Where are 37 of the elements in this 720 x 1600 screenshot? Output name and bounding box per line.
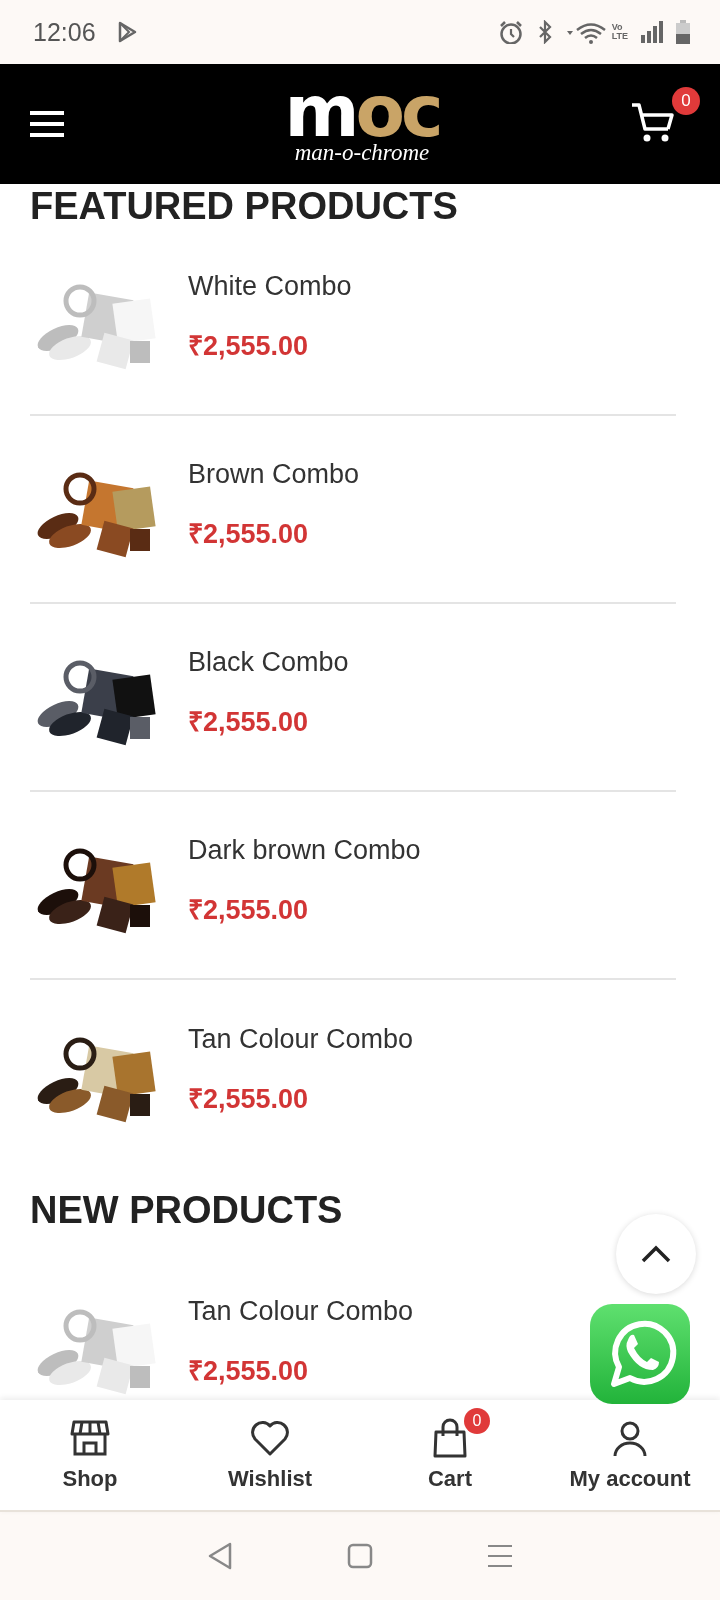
- battery-icon: [676, 20, 690, 44]
- signal-icon: [640, 20, 664, 44]
- heart-icon[interactable]: [250, 1418, 290, 1458]
- product-name[interactable]: Brown Combo: [188, 459, 360, 490]
- home-icon[interactable]: [347, 1543, 373, 1569]
- volte-label: LTE: [611, 32, 628, 41]
- cart-count-badge: 0: [464, 1408, 490, 1434]
- wifi-icon: [565, 20, 606, 44]
- product-name[interactable]: Black Combo: [188, 647, 349, 678]
- nav-link[interactable]: Wishlist: [227, 1466, 313, 1492]
- product-price: ₹2,555.00: [188, 330, 310, 363]
- shop-icon[interactable]: [70, 1418, 110, 1458]
- logo-tagline: man-o-chrome: [294, 140, 430, 166]
- section-heading: FEATURED PRODUCTS: [29, 184, 459, 228]
- whatsapp-button[interactable]: [590, 1304, 690, 1404]
- product-name[interactable]: Tan Colour Combo: [188, 1024, 414, 1055]
- product-price: ₹2,555.00: [188, 1355, 310, 1388]
- volte-label: Vo: [611, 23, 624, 32]
- scroll-to-top-button[interactable]: [616, 1214, 696, 1294]
- product-price: ₹2,555.00: [188, 894, 310, 927]
- product-price: ₹2,555.00: [188, 1083, 310, 1116]
- product-name[interactable]: Dark brown Combo: [188, 835, 421, 866]
- nav-link[interactable]: Shop: [62, 1466, 118, 1492]
- cart-count-badge: 0: [672, 87, 700, 115]
- chevron-up-icon: [641, 1245, 671, 1263]
- back-icon[interactable]: [207, 1542, 233, 1570]
- section-heading: NEW PRODUCTS: [29, 1188, 344, 1233]
- menu-icon[interactable]: [30, 111, 64, 137]
- product-price: ₹2,555.00: [188, 518, 310, 551]
- product-name[interactable]: Tan Colour Combo: [188, 1296, 414, 1327]
- alarm-icon: [497, 20, 524, 44]
- product-price: ₹2,555.00: [188, 706, 310, 739]
- nav-link[interactable]: My account: [569, 1466, 691, 1492]
- clock-time: 12:06: [33, 17, 96, 47]
- logo-mark[interactable]: moc: [284, 82, 440, 140]
- product-name[interactable]: White Combo: [188, 271, 352, 302]
- nav-link[interactable]: Cart: [428, 1466, 472, 1492]
